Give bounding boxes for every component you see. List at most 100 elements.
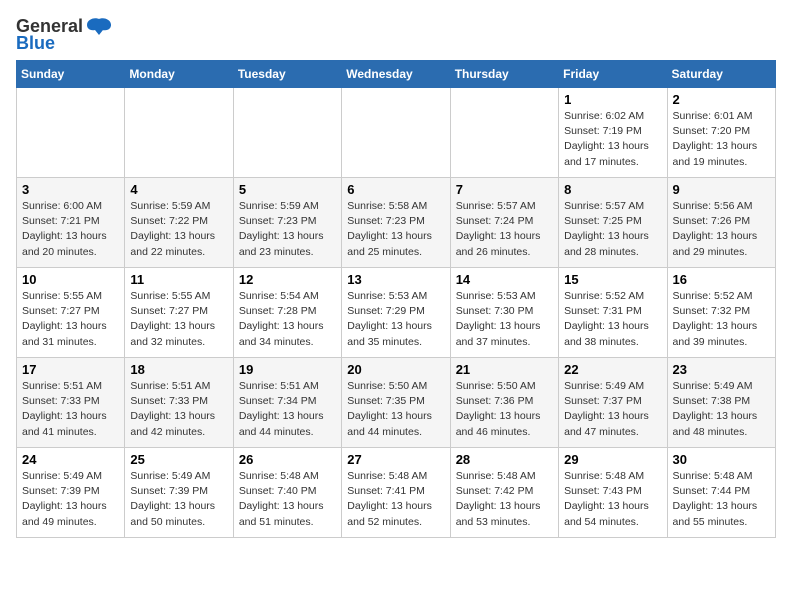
day-info: Sunrise: 5:49 AM Sunset: 7:37 PM Dayligh…	[564, 379, 661, 440]
day-number: 27	[347, 452, 444, 467]
day-info: Sunrise: 5:48 AM Sunset: 7:43 PM Dayligh…	[564, 469, 661, 530]
day-number: 13	[347, 272, 444, 287]
day-cell	[125, 88, 233, 178]
day-number: 25	[130, 452, 227, 467]
day-cell	[233, 88, 341, 178]
day-info: Sunrise: 5:53 AM Sunset: 7:29 PM Dayligh…	[347, 289, 444, 350]
header: General Blue	[16, 16, 776, 54]
day-info: Sunrise: 5:49 AM Sunset: 7:39 PM Dayligh…	[22, 469, 119, 530]
header-monday: Monday	[125, 61, 233, 88]
day-cell: 29 Sunrise: 5:48 AM Sunset: 7:43 PM Dayli…	[559, 448, 667, 538]
day-cell: 27Sunrise: 5:48 AM Sunset: 7:41 PM Dayli…	[342, 448, 450, 538]
day-cell: 24 Sunrise: 5:49 AM Sunset: 7:39 PM Dayli…	[17, 448, 125, 538]
day-info: Sunrise: 5:49 AM Sunset: 7:39 PM Dayligh…	[130, 469, 227, 530]
day-number: 30	[673, 452, 770, 467]
day-cell: 11 Sunrise: 5:55 AM Sunset: 7:27 PM Dayli…	[125, 268, 233, 358]
header-thursday: Thursday	[450, 61, 558, 88]
day-number: 12	[239, 272, 336, 287]
day-info: Sunrise: 6:01 AM Sunset: 7:20 PM Dayligh…	[673, 109, 770, 170]
day-cell: 8 Sunrise: 5:57 AM Sunset: 7:25 PM Daylig…	[559, 178, 667, 268]
header-sunday: Sunday	[17, 61, 125, 88]
day-number: 9	[673, 182, 770, 197]
day-cell: 13 Sunrise: 5:53 AM Sunset: 7:29 PM Dayli…	[342, 268, 450, 358]
day-info: Sunrise: 5:52 AM Sunset: 7:31 PM Dayligh…	[564, 289, 661, 350]
header-saturday: Saturday	[667, 61, 775, 88]
week-row-2: 3 Sunrise: 6:00 AM Sunset: 7:21 PM Daylig…	[17, 178, 776, 268]
day-cell: 14 Sunrise: 5:53 AM Sunset: 7:30 PM Dayli…	[450, 268, 558, 358]
week-row-3: 10 Sunrise: 5:55 AM Sunset: 7:27 PM Dayli…	[17, 268, 776, 358]
day-cell	[17, 88, 125, 178]
day-cell	[450, 88, 558, 178]
day-number: 21	[456, 362, 553, 377]
day-info: Sunrise: 5:59 AM Sunset: 7:22 PM Dayligh…	[130, 199, 227, 260]
day-number: 11	[130, 272, 227, 287]
day-cell: 22Sunrise: 5:49 AM Sunset: 7:37 PM Dayli…	[559, 358, 667, 448]
day-cell: 21 Sunrise: 5:50 AM Sunset: 7:36 PM Dayli…	[450, 358, 558, 448]
header-tuesday: Tuesday	[233, 61, 341, 88]
day-info: Sunrise: 6:00 AM Sunset: 7:21 PM Dayligh…	[22, 199, 119, 260]
day-number: 23	[673, 362, 770, 377]
day-cell: 17 Sunrise: 5:51 AM Sunset: 7:33 PM Dayli…	[17, 358, 125, 448]
day-cell: 28 Sunrise: 5:48 AM Sunset: 7:42 PM Dayli…	[450, 448, 558, 538]
day-cell: 16 Sunrise: 5:52 AM Sunset: 7:32 PM Dayli…	[667, 268, 775, 358]
day-info: Sunrise: 5:48 AM Sunset: 7:42 PM Dayligh…	[456, 469, 553, 530]
day-cell: 2Sunrise: 6:01 AM Sunset: 7:20 PM Daylig…	[667, 88, 775, 178]
day-cell: 3 Sunrise: 6:00 AM Sunset: 7:21 PM Daylig…	[17, 178, 125, 268]
day-number: 20	[347, 362, 444, 377]
day-number: 17	[22, 362, 119, 377]
day-cell: 26Sunrise: 5:48 AM Sunset: 7:40 PM Dayli…	[233, 448, 341, 538]
day-number: 28	[456, 452, 553, 467]
logo-blue: Blue	[16, 33, 55, 54]
calendar-header-row: SundayMondayTuesdayWednesdayThursdayFrid…	[17, 61, 776, 88]
week-row-4: 17 Sunrise: 5:51 AM Sunset: 7:33 PM Dayli…	[17, 358, 776, 448]
day-cell: 6 Sunrise: 5:58 AM Sunset: 7:23 PM Daylig…	[342, 178, 450, 268]
day-info: Sunrise: 6:02 AM Sunset: 7:19 PM Dayligh…	[564, 109, 661, 170]
calendar-table: SundayMondayTuesdayWednesdayThursdayFrid…	[16, 60, 776, 538]
day-number: 19	[239, 362, 336, 377]
day-cell: 10 Sunrise: 5:55 AM Sunset: 7:27 PM Dayli…	[17, 268, 125, 358]
day-number: 8	[564, 182, 661, 197]
day-info: Sunrise: 5:51 AM Sunset: 7:33 PM Dayligh…	[130, 379, 227, 440]
day-cell: 30 Sunrise: 5:48 AM Sunset: 7:44 PM Dayli…	[667, 448, 775, 538]
day-info: Sunrise: 5:55 AM Sunset: 7:27 PM Dayligh…	[130, 289, 227, 350]
day-info: Sunrise: 5:48 AM Sunset: 7:44 PM Dayligh…	[673, 469, 770, 530]
header-friday: Friday	[559, 61, 667, 88]
day-number: 24	[22, 452, 119, 467]
day-number: 6	[347, 182, 444, 197]
day-number: 3	[22, 182, 119, 197]
day-info: Sunrise: 5:50 AM Sunset: 7:36 PM Dayligh…	[456, 379, 553, 440]
day-number: 4	[130, 182, 227, 197]
week-row-1: 1Sunrise: 6:02 AM Sunset: 7:19 PM Daylig…	[17, 88, 776, 178]
day-number: 15	[564, 272, 661, 287]
day-cell: 25 Sunrise: 5:49 AM Sunset: 7:39 PM Dayli…	[125, 448, 233, 538]
header-wednesday: Wednesday	[342, 61, 450, 88]
day-info: Sunrise: 5:55 AM Sunset: 7:27 PM Dayligh…	[22, 289, 119, 350]
day-info: Sunrise: 5:50 AM Sunset: 7:35 PM Dayligh…	[347, 379, 444, 440]
day-cell: 5 Sunrise: 5:59 AM Sunset: 7:23 PM Daylig…	[233, 178, 341, 268]
day-cell: 9 Sunrise: 5:56 AM Sunset: 7:26 PM Daylig…	[667, 178, 775, 268]
day-number: 5	[239, 182, 336, 197]
day-number: 7	[456, 182, 553, 197]
day-number: 16	[673, 272, 770, 287]
day-cell: 15 Sunrise: 5:52 AM Sunset: 7:31 PM Dayli…	[559, 268, 667, 358]
day-info: Sunrise: 5:57 AM Sunset: 7:25 PM Dayligh…	[564, 199, 661, 260]
day-cell: 19 Sunrise: 5:51 AM Sunset: 7:34 PM Dayli…	[233, 358, 341, 448]
week-row-5: 24 Sunrise: 5:49 AM Sunset: 7:39 PM Dayli…	[17, 448, 776, 538]
day-info: Sunrise: 5:52 AM Sunset: 7:32 PM Dayligh…	[673, 289, 770, 350]
day-info: Sunrise: 5:51 AM Sunset: 7:34 PM Dayligh…	[239, 379, 336, 440]
day-number: 10	[22, 272, 119, 287]
day-cell: 12Sunrise: 5:54 AM Sunset: 7:28 PM Dayli…	[233, 268, 341, 358]
day-info: Sunrise: 5:57 AM Sunset: 7:24 PM Dayligh…	[456, 199, 553, 260]
day-info: Sunrise: 5:53 AM Sunset: 7:30 PM Dayligh…	[456, 289, 553, 350]
day-cell: 7 Sunrise: 5:57 AM Sunset: 7:24 PM Daylig…	[450, 178, 558, 268]
day-info: Sunrise: 5:48 AM Sunset: 7:40 PM Dayligh…	[239, 469, 336, 530]
day-info: Sunrise: 5:51 AM Sunset: 7:33 PM Dayligh…	[22, 379, 119, 440]
day-info: Sunrise: 5:58 AM Sunset: 7:23 PM Dayligh…	[347, 199, 444, 260]
day-number: 29	[564, 452, 661, 467]
day-cell: 4 Sunrise: 5:59 AM Sunset: 7:22 PM Daylig…	[125, 178, 233, 268]
day-info: Sunrise: 5:56 AM Sunset: 7:26 PM Dayligh…	[673, 199, 770, 260]
day-info: Sunrise: 5:59 AM Sunset: 7:23 PM Dayligh…	[239, 199, 336, 260]
day-number: 18	[130, 362, 227, 377]
day-number: 14	[456, 272, 553, 287]
logo: General Blue	[16, 16, 113, 54]
